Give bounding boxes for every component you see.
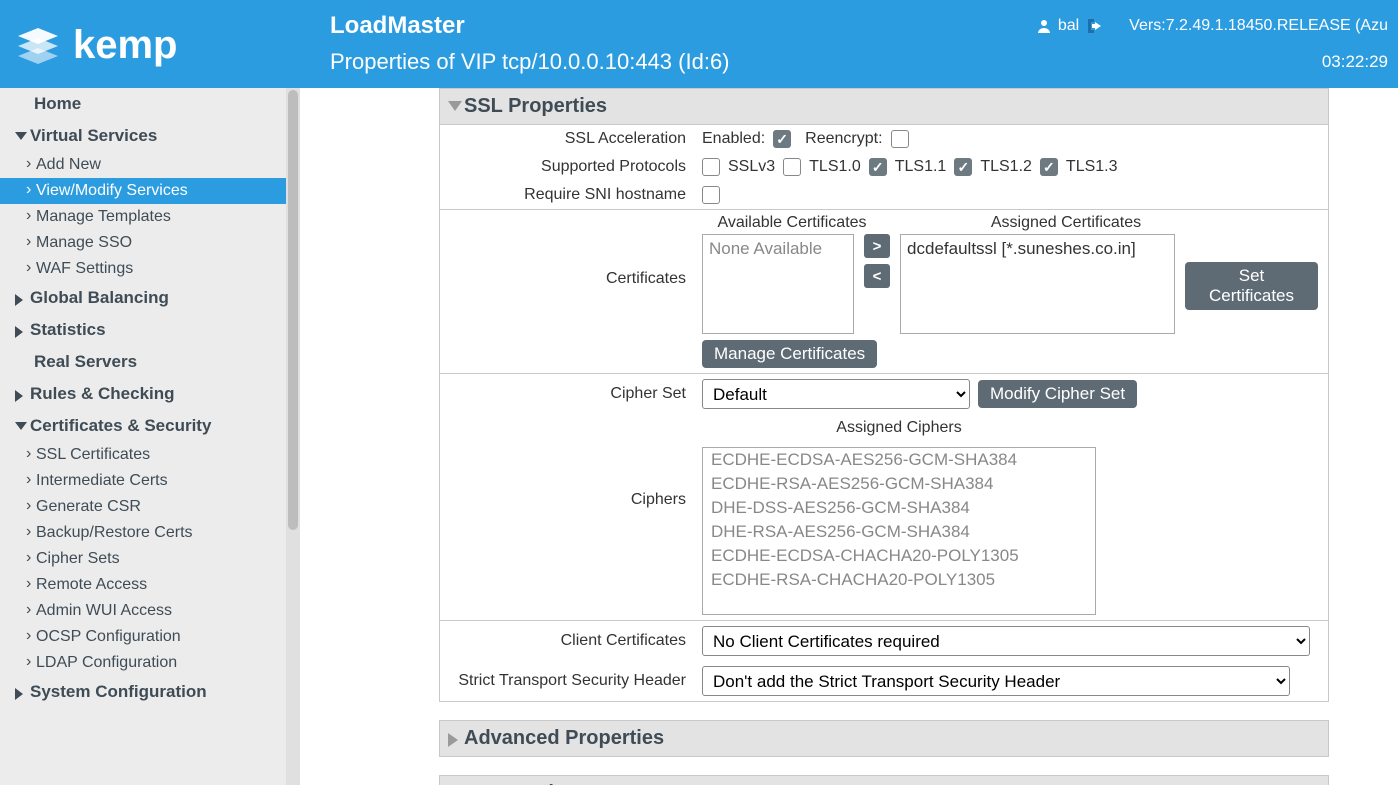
chevron-right-icon xyxy=(448,733,458,747)
cipher-set-label: Cipher Set xyxy=(440,385,702,403)
nav-ldap-config[interactable]: LDAP Configuration xyxy=(0,650,300,676)
user-icon xyxy=(1036,18,1052,34)
nav-statistics[interactable]: Statistics xyxy=(0,314,300,346)
assigned-certs-header: Assigned Certificates xyxy=(916,214,1216,232)
advanced-properties-title: Advanced Properties xyxy=(464,727,664,749)
cipher-item[interactable]: DHE-DSS-AES256-GCM-SHA384 xyxy=(703,496,1095,520)
nav-waf-settings[interactable]: WAF Settings xyxy=(0,256,300,282)
clock: 03:22:29 xyxy=(1322,52,1388,72)
nav-virtual-services[interactable]: Virtual Services xyxy=(0,120,300,152)
cipher-item[interactable]: ECDHE-RSA-AES256-GCM-SHA384 xyxy=(703,472,1095,496)
ciphers-label: Ciphers xyxy=(440,419,702,509)
ssl-properties-title: SSL Properties xyxy=(464,95,607,117)
tls10-checkbox[interactable] xyxy=(783,158,801,176)
logo-area: kemp xyxy=(0,0,300,88)
waf-options-title: WAF Options xyxy=(464,782,590,785)
enabled-label: Enabled: xyxy=(702,130,765,148)
username: bal xyxy=(1058,17,1079,35)
assigned-ciphers-list[interactable]: ECDHE-ECDSA-AES256-GCM-SHA384 ECDHE-RSA-… xyxy=(702,447,1096,615)
assigned-certs-list[interactable]: dcdefaultssl [*.suneshes.co.in] xyxy=(900,234,1175,334)
nav-global-balancing[interactable]: Global Balancing xyxy=(0,282,300,314)
move-left-button[interactable]: < xyxy=(864,264,890,288)
cipher-item[interactable]: DHE-RSA-AES256-GCM-SHA384 xyxy=(703,520,1095,544)
sidebar: Home Virtual Services Add New View/Modif… xyxy=(0,88,300,785)
advanced-properties-header[interactable]: Advanced Properties xyxy=(439,720,1329,757)
header: kemp LoadMaster bal Vers:7.2.49.1.18450.… xyxy=(0,0,1398,88)
assigned-ciphers-header: Assigned Ciphers xyxy=(702,419,1096,437)
nav-intermediate-certs[interactable]: Intermediate Certs xyxy=(0,468,300,494)
content-area: SSL Properties SSL Acceleration Enabled:… xyxy=(300,88,1398,785)
nav-view-modify-services[interactable]: View/Modify Services xyxy=(0,178,300,204)
sslv3-checkbox[interactable] xyxy=(702,158,720,176)
cipher-item[interactable]: ECDHE-RSA-CHACHA20-POLY1305 xyxy=(703,568,1095,592)
tls11-checkbox[interactable] xyxy=(869,158,887,176)
nav-rules-checking[interactable]: Rules & Checking xyxy=(0,378,300,410)
kemp-logo: kemp xyxy=(18,14,218,74)
nav-add-new[interactable]: Add New xyxy=(0,152,300,178)
cipher-set-select[interactable]: Default xyxy=(702,379,970,409)
hsts-select[interactable]: Don't add the Strict Transport Security … xyxy=(702,666,1290,696)
certificates-label: Certificates xyxy=(440,234,702,288)
ssl-properties-header[interactable]: SSL Properties xyxy=(439,88,1329,125)
reencrypt-checkbox[interactable] xyxy=(891,130,909,148)
client-certs-label: Client Certificates xyxy=(440,632,702,650)
nav-generate-csr[interactable]: Generate CSR xyxy=(0,494,300,520)
cipher-item[interactable]: ECDHE-ECDSA-CHACHA20-POLY1305 xyxy=(703,544,1095,568)
available-certs-header: Available Certificates xyxy=(702,214,882,232)
nav-cipher-sets[interactable]: Cipher Sets xyxy=(0,546,300,572)
nav-real-servers[interactable]: Real Servers xyxy=(0,346,300,378)
sni-label: Require SNI hostname xyxy=(440,186,702,204)
client-certs-select[interactable]: No Client Certificates required xyxy=(702,626,1310,656)
nav-backup-restore-certs[interactable]: Backup/Restore Certs xyxy=(0,520,300,546)
nav-cert-security[interactable]: Certificates & Security xyxy=(0,410,300,442)
tls10-label: TLS1.0 xyxy=(809,158,861,176)
modify-cipher-set-button[interactable]: Modify Cipher Set xyxy=(978,380,1137,408)
hsts-label: Strict Transport Security Header xyxy=(440,672,702,690)
ssl-accel-label: SSL Acceleration xyxy=(440,130,702,148)
tls12-label: TLS1.2 xyxy=(980,158,1032,176)
sidebar-scrollbar[interactable] xyxy=(286,88,300,785)
tls13-checkbox[interactable] xyxy=(1040,158,1058,176)
sni-checkbox[interactable] xyxy=(702,186,720,204)
app-title: LoadMaster xyxy=(330,12,465,40)
nav-manage-sso[interactable]: Manage SSO xyxy=(0,230,300,256)
chevron-down-icon xyxy=(448,101,462,111)
nav-admin-wui-access[interactable]: Admin WUI Access xyxy=(0,598,300,624)
tls13-label: TLS1.3 xyxy=(1066,158,1118,176)
version-text: Vers:7.2.49.1.18450.RELEASE (Azu xyxy=(1129,17,1388,35)
enabled-checkbox[interactable] xyxy=(773,130,791,148)
cipher-item[interactable]: ECDHE-ECDSA-AES256-GCM-SHA384 xyxy=(703,448,1095,472)
tls11-label: TLS1.1 xyxy=(895,158,947,176)
manage-certificates-button[interactable]: Manage Certificates xyxy=(702,340,877,368)
ssl-properties-body: SSL Acceleration Enabled: Reencrypt: Sup… xyxy=(439,125,1329,702)
nav-home[interactable]: Home xyxy=(0,88,300,120)
svg-text:kemp: kemp xyxy=(73,23,178,67)
nav-ssl-certs[interactable]: SSL Certificates xyxy=(0,442,300,468)
waf-options-header[interactable]: WAF Options xyxy=(439,775,1329,785)
nav-manage-templates[interactable]: Manage Templates xyxy=(0,204,300,230)
nav-remote-access[interactable]: Remote Access xyxy=(0,572,300,598)
tls12-checkbox[interactable] xyxy=(954,158,972,176)
nav-ocsp-config[interactable]: OCSP Configuration xyxy=(0,624,300,650)
move-right-button[interactable]: > xyxy=(864,234,890,258)
sslv3-label: SSLv3 xyxy=(728,158,775,176)
reencrypt-label: Reencrypt: xyxy=(805,130,882,148)
available-certs-list[interactable]: None Available xyxy=(702,234,854,334)
nav-system-config[interactable]: System Configuration xyxy=(0,676,300,708)
set-certificates-button[interactable]: Set Certificates xyxy=(1185,262,1318,310)
page-title: Properties of VIP tcp/10.0.0.10:443 (Id:… xyxy=(330,49,730,75)
logout-icon[interactable] xyxy=(1085,17,1105,35)
protocols-label: Supported Protocols xyxy=(440,158,702,176)
